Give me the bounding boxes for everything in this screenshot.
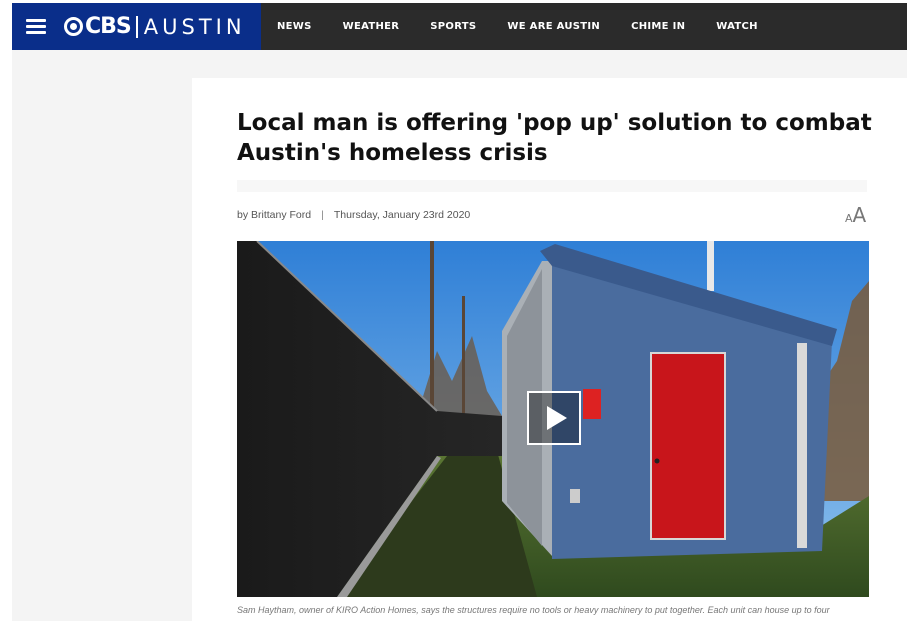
- cbs-logo-text[interactable]: CBS: [85, 14, 132, 39]
- byline: by Brittany Ford | Thursday, January 23r…: [237, 209, 470, 221]
- menu-line: [26, 19, 46, 22]
- left-gutter: [12, 50, 192, 621]
- text-size-icon[interactable]: AA: [845, 203, 866, 227]
- nav-news[interactable]: NEWS: [277, 21, 312, 32]
- utility-pole: [430, 241, 434, 416]
- eye-pupil: [70, 23, 77, 30]
- top-navigation-bar: CBS AUSTIN NEWS WEATHER SPORTS WE ARE AU…: [12, 3, 907, 50]
- play-icon[interactable]: [527, 391, 581, 445]
- white-pole: [707, 241, 714, 291]
- text-size-small-glyph: A: [845, 212, 853, 225]
- video-player[interactable]: [237, 241, 869, 597]
- red-door: [650, 352, 726, 540]
- article-headline: Local man is offering 'pop up' solution …: [237, 110, 872, 166]
- publish-date: Thursday, January 23rd 2020: [333, 209, 471, 221]
- faded-subheadline-placeholder: [237, 180, 867, 192]
- author-name[interactable]: by Brittany Ford: [237, 209, 311, 221]
- door-knob: [654, 458, 660, 464]
- logo-divider: [135, 15, 138, 38]
- hamburger-menu-icon[interactable]: [26, 19, 46, 34]
- top-gutter: [192, 50, 907, 78]
- wall-outlet: [570, 489, 580, 503]
- nav-sports[interactable]: SPORTS: [430, 21, 476, 32]
- main-nav: NEWS WEATHER SPORTS WE ARE AUSTIN CHIME …: [277, 21, 789, 32]
- menu-line: [26, 31, 46, 34]
- byline-separator: |: [321, 209, 324, 221]
- text-size-large-glyph: A: [852, 203, 867, 227]
- red-sign: [583, 389, 601, 419]
- utility-pole: [462, 296, 465, 416]
- shed-corner-trim: [797, 343, 807, 548]
- nav-chime-in[interactable]: CHIME IN: [631, 21, 685, 32]
- image-caption: Sam Haytham, owner of KIRO Action Homes,…: [237, 605, 830, 615]
- nav-we-are-austin[interactable]: WE ARE AUSTIN: [507, 21, 600, 32]
- cbs-eye-logo-icon: [64, 17, 83, 36]
- play-triangle: [546, 406, 567, 430]
- nav-weather[interactable]: WEATHER: [343, 21, 400, 32]
- brand-block: CBS AUSTIN: [12, 3, 261, 50]
- menu-line: [26, 25, 46, 28]
- station-name[interactable]: AUSTIN: [144, 15, 246, 39]
- nav-watch[interactable]: WATCH: [716, 21, 758, 32]
